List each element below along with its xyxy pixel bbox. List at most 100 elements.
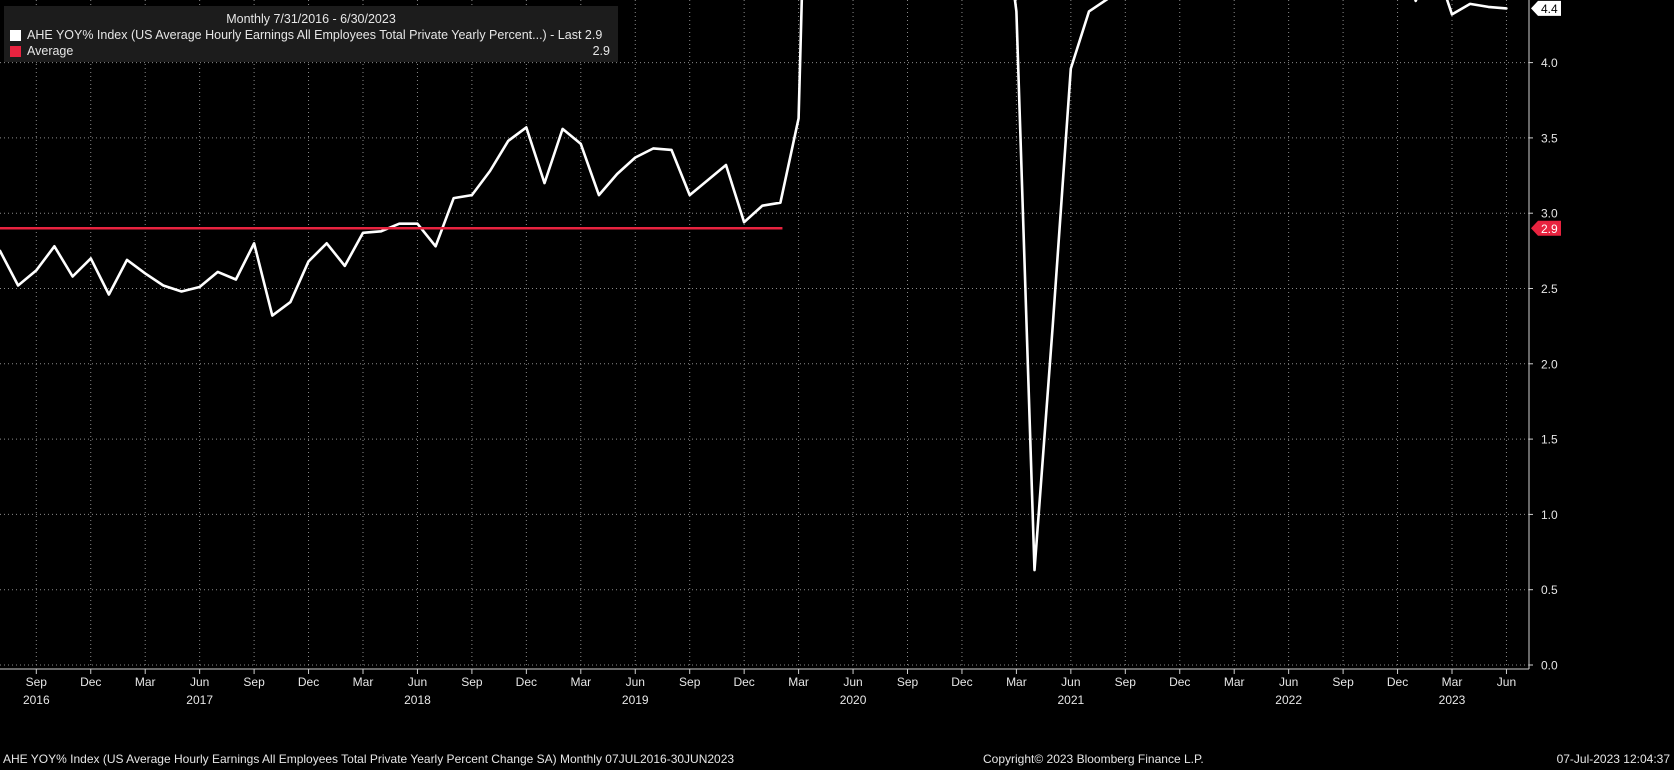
x-tick-label-month: Mar	[1224, 675, 1245, 689]
data-point	[652, 147, 654, 149]
x-tick-label-month: Sep	[1332, 675, 1354, 689]
y-tick-label: 0.0	[1541, 659, 1558, 673]
data-point	[707, 179, 709, 181]
y-tick-label: 2.5	[1541, 282, 1558, 296]
data-point	[108, 293, 110, 295]
data-point	[471, 194, 473, 196]
data-point	[217, 271, 219, 273]
legend-entry-average[interactable]: Average 2.9	[10, 43, 610, 59]
data-point	[1088, 10, 1090, 12]
x-tick-label-month: Jun	[843, 675, 862, 689]
x-tick-label-month: Sep	[26, 675, 48, 689]
data-point	[761, 204, 763, 206]
legend: Monthly 7/31/2016 - 6/30/2023 AHE YOY% I…	[4, 6, 618, 62]
data-point	[598, 194, 600, 196]
series-line-ahe	[0, 0, 1508, 572]
data-point	[144, 272, 146, 274]
x-tick-label-month: Jun	[408, 675, 427, 689]
grid-lines	[0, 0, 1529, 667]
data-point	[1469, 3, 1471, 5]
data-point	[616, 173, 618, 175]
data-point	[507, 140, 509, 142]
x-tick-label-year: 2018	[404, 693, 431, 707]
x-tick-label-month: Sep	[679, 675, 701, 689]
y-tick-label: 1.5	[1541, 433, 1558, 447]
chart: 0.00.51.01.52.02.53.03.54.04.55.05.56.06…	[0, 0, 1561, 707]
value-marker-label: 2.9	[1541, 222, 1558, 236]
data-point	[289, 301, 291, 303]
x-tick-label-month: Mar	[1442, 675, 1463, 689]
legend-entry-series[interactable]: AHE YOY% Index (US Average Hourly Earnin…	[10, 27, 610, 43]
x-tick-label-year: 2016	[23, 693, 50, 707]
data-point	[434, 245, 436, 247]
x-tick-label-month: Jun	[190, 675, 209, 689]
data-point	[743, 221, 745, 223]
marker-layer: 4.4 2.9	[1531, 0, 1561, 236]
data-point	[71, 275, 73, 277]
data-point	[180, 290, 182, 292]
x-tick-label-year: 2017	[186, 693, 213, 707]
y-axis: 0.00.51.01.52.02.53.03.54.04.55.05.56.06…	[1528, 0, 1558, 673]
x-tick-label-month: Mar	[135, 675, 156, 689]
x-tick-label-month: Sep	[1115, 675, 1137, 689]
data-point	[525, 126, 527, 128]
data-point	[326, 242, 328, 244]
data-point	[1052, 325, 1054, 327]
data-point	[162, 284, 164, 286]
x-axis: Sep 2016 Dec Mar Jun 2017 Sep Dec Mar Jun 2018 Sep D…	[0, 668, 1529, 707]
data-point	[1451, 13, 1453, 15]
y-tick-label: 1.0	[1541, 508, 1558, 522]
data-point	[1033, 569, 1035, 571]
x-tick-label-month: Sep	[461, 675, 483, 689]
data-point	[1015, 10, 1017, 12]
data-point	[198, 286, 200, 288]
data-point	[1487, 6, 1489, 8]
legend-average-label: Average	[27, 44, 74, 58]
data-point	[253, 242, 255, 244]
data-point	[271, 314, 273, 316]
data-point	[725, 164, 727, 166]
data-point	[17, 284, 19, 286]
data-point	[779, 201, 781, 203]
x-tick-label-month: Mar	[353, 675, 374, 689]
x-tick-label-month: Dec	[80, 675, 101, 689]
x-tick-label-month: Jun	[626, 675, 645, 689]
x-tick-label-month: Mar	[788, 675, 809, 689]
y-tick-label: 0.5	[1541, 583, 1558, 597]
data-point	[561, 128, 563, 130]
data-point	[543, 182, 545, 184]
data-point	[1505, 7, 1507, 9]
data-point	[797, 117, 799, 119]
data-point	[689, 194, 691, 196]
x-tick-label-month: Sep	[897, 675, 919, 689]
y-tick-label: 4.0	[1541, 56, 1558, 70]
series-layer	[0, 0, 1508, 572]
x-tick-label-month: Dec	[733, 675, 754, 689]
data-point	[670, 149, 672, 151]
y-tick-label: 3.0	[1541, 207, 1558, 221]
x-tick-label-year: 2020	[840, 693, 867, 707]
data-point	[344, 265, 346, 267]
data-point	[1070, 67, 1072, 69]
data-point	[489, 170, 491, 172]
y-tick-label: 3.5	[1541, 131, 1558, 145]
data-point	[380, 230, 382, 232]
x-tick-label-month: Mar	[1006, 675, 1027, 689]
legend-average-value: 2.9	[592, 44, 610, 58]
x-tick-label-month: Jun	[1497, 675, 1516, 689]
data-point	[453, 197, 455, 199]
data-point	[398, 223, 400, 225]
average-swatch-icon	[10, 46, 21, 57]
data-point	[634, 156, 636, 158]
value-marker-label: 4.4	[1541, 2, 1558, 16]
x-tick-label-year: 2022	[1275, 693, 1302, 707]
x-tick-label-year: 2023	[1439, 693, 1466, 707]
data-point	[307, 260, 309, 262]
data-point	[362, 232, 364, 234]
data-point	[235, 278, 237, 280]
x-tick-label-year: 2019	[622, 693, 649, 707]
data-point	[126, 259, 128, 261]
data-point	[416, 223, 418, 225]
data-point	[90, 257, 92, 259]
x-tick-label-month: Jun	[1279, 675, 1298, 689]
